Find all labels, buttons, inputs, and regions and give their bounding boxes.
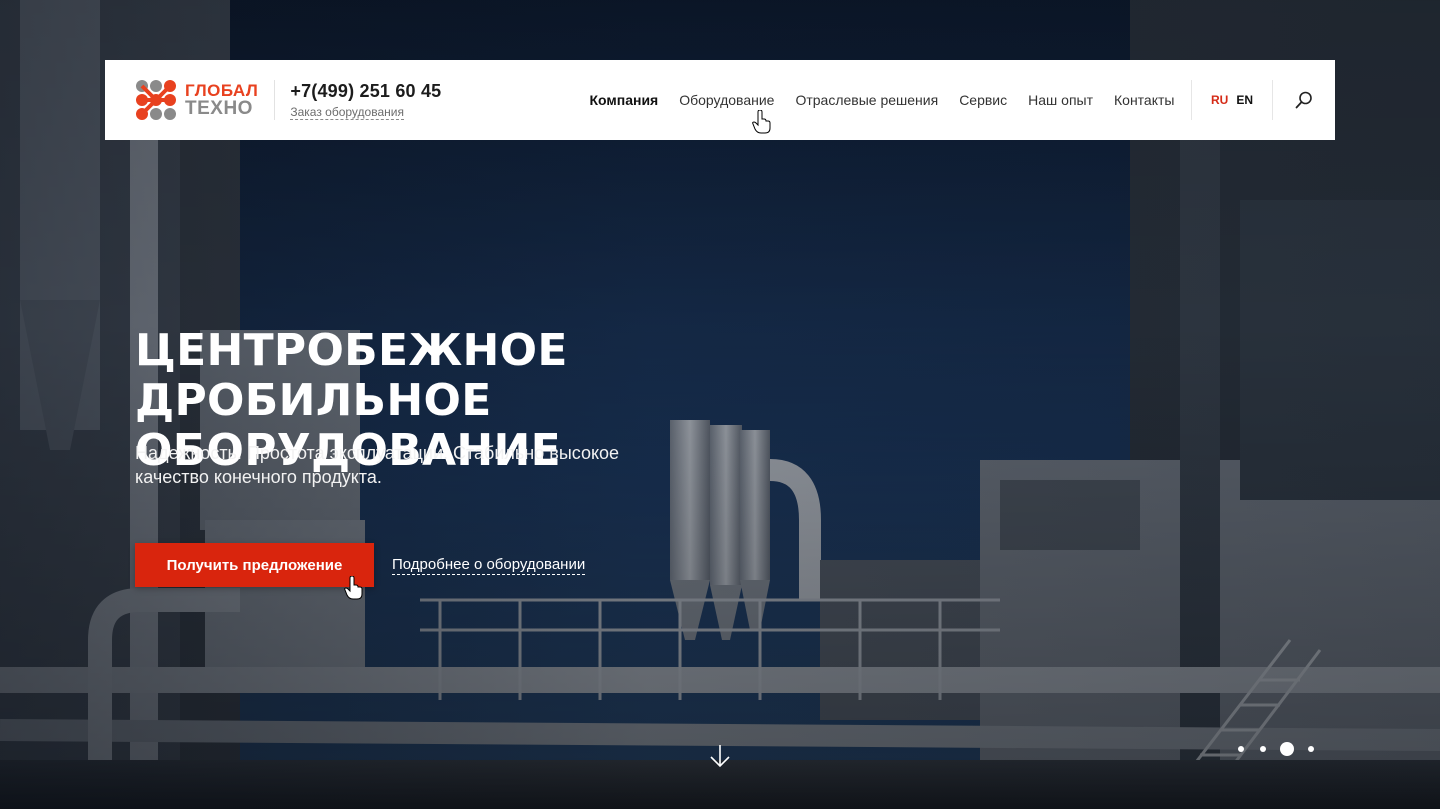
lang-en[interactable]: EN [1236,93,1253,107]
nav-item-contacts[interactable]: Контакты [1114,92,1174,108]
hero-title-line-1: ЦЕНТРОБЕЖНОЕ ДРОБИЛЬНОЕ [135,325,568,426]
logo[interactable]: ГЛОБАЛ ТЕХНО [135,60,258,140]
site-header: ГЛОБАЛ ТЕХНО +7(499) 251 60 45 Заказ обо… [105,60,1335,140]
scroll-down-button[interactable] [706,740,734,772]
search-icon [1295,91,1312,109]
nav-item-service[interactable]: Сервис [959,92,1007,108]
slider-dot-active[interactable] [1280,742,1294,756]
contact-block: +7(499) 251 60 45 Заказ оборудования [290,81,441,120]
nav-item-experience[interactable]: Наш опыт [1028,92,1093,108]
main-nav: Компания Оборудование Отраслевые решения… [579,60,1335,140]
language-switcher: RU EN [1192,93,1272,107]
slider-dot[interactable] [1260,746,1266,752]
lang-ru[interactable]: RU [1211,93,1228,107]
logo-mark-icon [136,80,176,120]
nav-item-equipment[interactable]: Оборудование [679,92,774,108]
slider-dot[interactable] [1238,746,1244,752]
slider-dot[interactable] [1308,746,1314,752]
arrow-down-icon [710,745,730,768]
get-offer-button[interactable]: Получить предложение [135,543,374,587]
search-button[interactable] [1273,60,1335,140]
header-divider [274,80,276,120]
equipment-details-link[interactable]: Подробнее о оборудовании [392,556,586,575]
order-equipment-link[interactable]: Заказ оборудования [290,105,404,120]
slider-pagination [1230,742,1322,756]
nav-item-company[interactable]: Компания [589,92,658,108]
phone-number[interactable]: +7(499) 251 60 45 [290,81,441,102]
nav-item-industry-solutions[interactable]: Отраслевые решения [795,92,938,108]
logo-name-bottom: ТЕХНО [185,98,253,119]
hero-subtitle: Надежность. Простота эксплуатации. Стаби… [135,443,620,487]
